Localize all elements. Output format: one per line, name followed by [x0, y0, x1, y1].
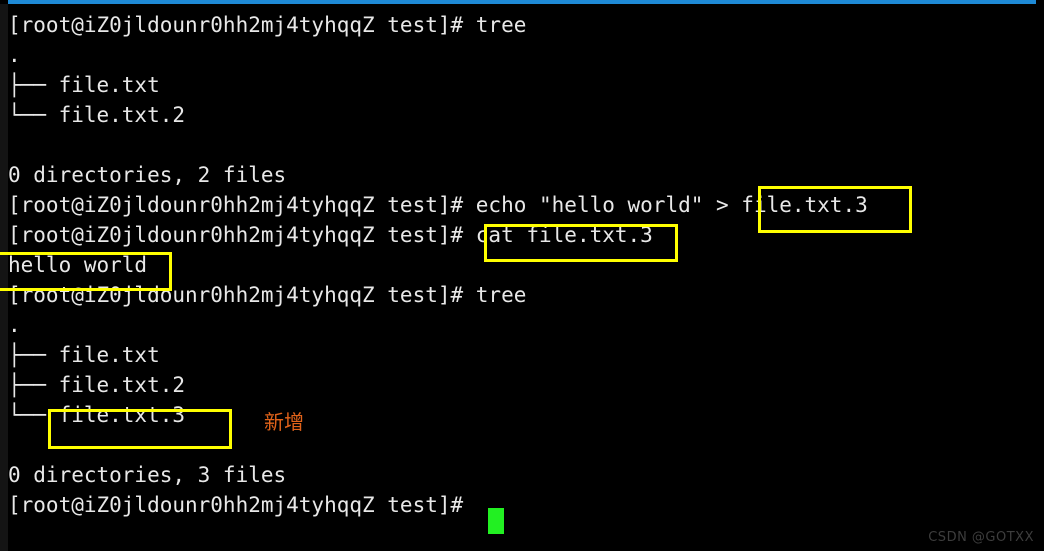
- terminal-line: .: [8, 313, 21, 337]
- terminal-line: 0 directories, 3 files: [8, 463, 287, 487]
- terminal-line: [root@iZ0jldounr0hh2mj4tyhqqZ test]# tre…: [8, 283, 527, 307]
- terminal-line: ├── file.txt: [8, 343, 160, 367]
- terminal-line: ├── file.txt.2: [8, 373, 186, 397]
- new-file-annotation: 新增: [264, 410, 304, 434]
- terminal-screenshot: [root@iZ0jldounr0hh2mj4tyhqqZ test]# tre…: [0, 0, 1044, 551]
- terminal-cursor: [488, 508, 504, 534]
- csdn-watermark: CSDN @GOTXX: [928, 530, 1034, 545]
- terminal-line: └── file.txt.3: [8, 403, 186, 427]
- terminal-line: 0 directories, 2 files: [8, 163, 287, 187]
- terminal-line: ├── file.txt: [8, 73, 160, 97]
- terminal-line: [root@iZ0jldounr0hh2mj4tyhqqZ test]# cat…: [8, 223, 653, 247]
- terminal-line: [root@iZ0jldounr0hh2mj4tyhqqZ test]# tre…: [8, 13, 527, 37]
- terminal-line: [root@iZ0jldounr0hh2mj4tyhqqZ test]# ech…: [8, 193, 868, 217]
- terminal-prompt-line: [root@iZ0jldounr0hh2mj4tyhqqZ test]#: [8, 493, 476, 517]
- terminal-line: hello world: [8, 253, 148, 277]
- terminal-line: .: [8, 43, 21, 67]
- terminal-line: └── file.txt.2: [8, 103, 186, 127]
- terminal-output-area[interactable]: [root@iZ0jldounr0hh2mj4tyhqqZ test]# tre…: [0, 4, 1044, 551]
